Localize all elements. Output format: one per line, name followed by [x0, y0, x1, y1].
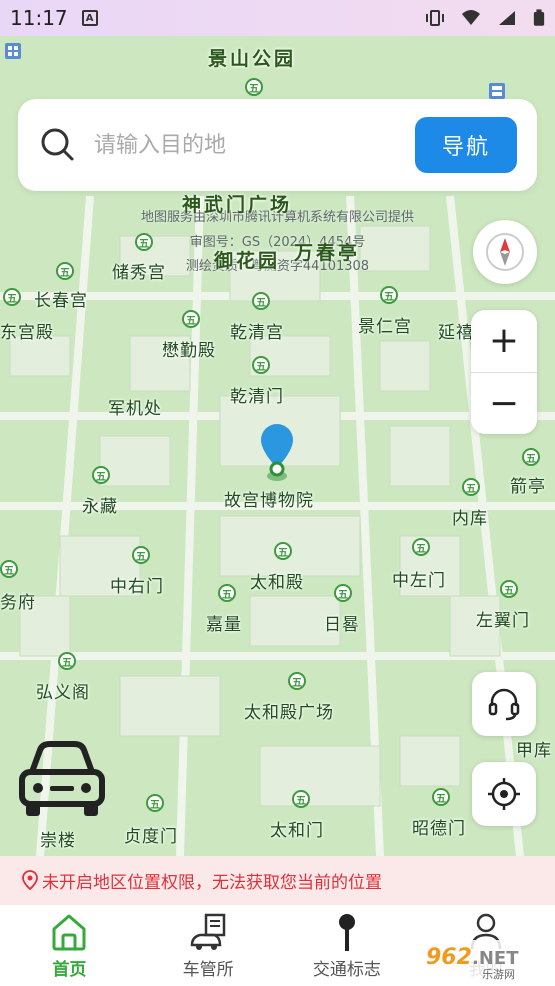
nav-home[interactable]: 首页: [0, 905, 139, 986]
poi-marker-icon: 五: [182, 310, 200, 328]
search-icon: [41, 128, 74, 161]
watermark-logo: 962 .NET 乐游网: [420, 940, 550, 981]
status-icons: [425, 8, 545, 28]
compass-button[interactable]: [473, 220, 537, 284]
poi-label[interactable]: 昭德门: [412, 814, 466, 839]
poi-marker-icon: 五: [292, 790, 310, 808]
location-marker-icon: [22, 870, 38, 890]
poi-marker-icon: 五: [500, 580, 518, 598]
building-icon: [5, 43, 21, 59]
poi-marker-icon: 五: [92, 466, 110, 484]
svg-text:.NET: .NET: [472, 948, 519, 969]
headset-icon: [488, 688, 520, 721]
search-bar: 导航: [18, 99, 537, 191]
poi-label[interactable]: 太和殿: [250, 568, 304, 593]
poi-label[interactable]: 长春宫: [34, 286, 88, 311]
poi-label[interactable]: 乾清门: [230, 382, 284, 407]
poi-label[interactable]: 左翼门: [476, 606, 530, 631]
nav-label: 首页: [52, 960, 87, 980]
nav-label: 车管所: [182, 960, 234, 980]
svg-text:962: 962: [426, 945, 472, 970]
poi-marker-icon: 五: [252, 356, 270, 374]
poi-marker-icon: 五: [462, 478, 480, 496]
poi-marker-icon: 五: [412, 538, 430, 556]
car-button[interactable]: [16, 738, 108, 822]
warning-text: 未开启地区位置权限，无法获取您当前的位置: [42, 872, 382, 893]
poi-marker-icon: 五: [334, 584, 352, 602]
poi-label[interactable]: 御花园: [214, 246, 280, 273]
wifi-icon: [462, 10, 480, 25]
zoom-control: + −: [471, 310, 537, 434]
vibrate-icon: [426, 10, 444, 26]
poi-label[interactable]: 中右门: [110, 572, 164, 597]
poi-marker-icon: 五: [56, 262, 74, 280]
zoom-out-button[interactable]: −: [471, 373, 537, 435]
poi-marker-icon: 五: [274, 542, 292, 560]
poi-label[interactable]: 军机处: [108, 394, 162, 419]
poi-label[interactable]: 神武门广场: [182, 190, 292, 217]
poi-label[interactable]: 贞度门: [124, 822, 178, 847]
poi-label[interactable]: 乾清宫: [230, 318, 284, 343]
poi-label[interactable]: 延禧: [438, 318, 474, 343]
zoom-in-button[interactable]: +: [471, 310, 537, 372]
poi-marker-icon: 五: [380, 286, 398, 304]
poi-label[interactable]: 中左门: [392, 566, 446, 591]
poi-marker-icon: 五: [218, 584, 236, 602]
poi-label[interactable]: 懋勤殿: [162, 336, 216, 361]
poi-label[interactable]: 东宫殿: [0, 318, 54, 343]
poi-label[interactable]: 务府: [0, 588, 36, 613]
poi-marker-icon: 五: [132, 546, 150, 564]
poi-marker-icon: 五: [146, 794, 164, 812]
poi-marker-icon: 五: [288, 672, 306, 690]
compass-icon: [486, 233, 524, 271]
locate-me-button[interactable]: [472, 762, 536, 826]
car-icon: [19, 741, 105, 816]
navigate-button[interactable]: 导航: [415, 117, 517, 173]
poi-marker-icon: 五: [58, 652, 76, 670]
poi-label[interactable]: 储秀宫: [112, 258, 166, 283]
signal-icon: [499, 11, 515, 25]
location-permission-warning[interactable]: 未开启地区位置权限，无法获取您当前的位置: [0, 856, 555, 904]
poi-marker-icon: 五: [245, 78, 263, 96]
nav-traffic-signs[interactable]: 交通标志: [278, 905, 417, 986]
car-office-icon: [190, 913, 226, 950]
notification-icon: A: [81, 10, 98, 26]
customer-service-button[interactable]: [472, 672, 536, 736]
poi-marker-icon: 五: [135, 233, 153, 251]
traffic-sign-icon: [338, 914, 355, 951]
nav-label: 交通标志: [312, 960, 381, 980]
poi-label[interactable]: 景山公园: [208, 44, 296, 71]
poi-label[interactable]: 太和门: [270, 816, 324, 841]
building-icon: [489, 83, 505, 99]
poi-marker-icon: 五: [252, 292, 270, 310]
poi-label[interactable]: 弘义阁: [36, 678, 90, 703]
poi-marker-icon: 五: [3, 288, 21, 306]
battery-icon: [533, 9, 545, 26]
poi-label[interactable]: 故宫博物院: [224, 486, 314, 511]
poi-label[interactable]: 嘉量: [206, 610, 242, 635]
poi-marker-icon: 五: [0, 560, 18, 578]
poi-marker-icon: 五: [522, 448, 540, 466]
destination-search-input[interactable]: [94, 132, 415, 158]
poi-label[interactable]: 太和殿广场: [244, 698, 334, 723]
poi-label[interactable]: 景仁宫: [358, 312, 412, 337]
poi-label[interactable]: 崇楼: [40, 826, 76, 851]
poi-label[interactable]: 甲库: [516, 736, 552, 761]
nav-vehicle-office[interactable]: 车管所: [139, 905, 278, 986]
poi-label[interactable]: 箭亭: [510, 472, 546, 497]
status-time: 11:17: [10, 6, 68, 30]
status-bar: 11:17 A: [0, 0, 555, 36]
poi-label[interactable]: 永藏: [82, 492, 118, 517]
svg-text:乐游网: 乐游网: [482, 968, 515, 981]
home-icon: [52, 914, 86, 951]
crosshair-icon: [488, 778, 520, 810]
poi-label[interactable]: 内库: [452, 504, 488, 529]
poi-marker-icon: 五: [432, 788, 450, 806]
poi-label[interactable]: 日晷: [324, 610, 360, 635]
poi-label[interactable]: 万春亭: [294, 238, 360, 265]
minus-icon: −: [488, 382, 520, 424]
plus-icon: +: [488, 320, 520, 362]
